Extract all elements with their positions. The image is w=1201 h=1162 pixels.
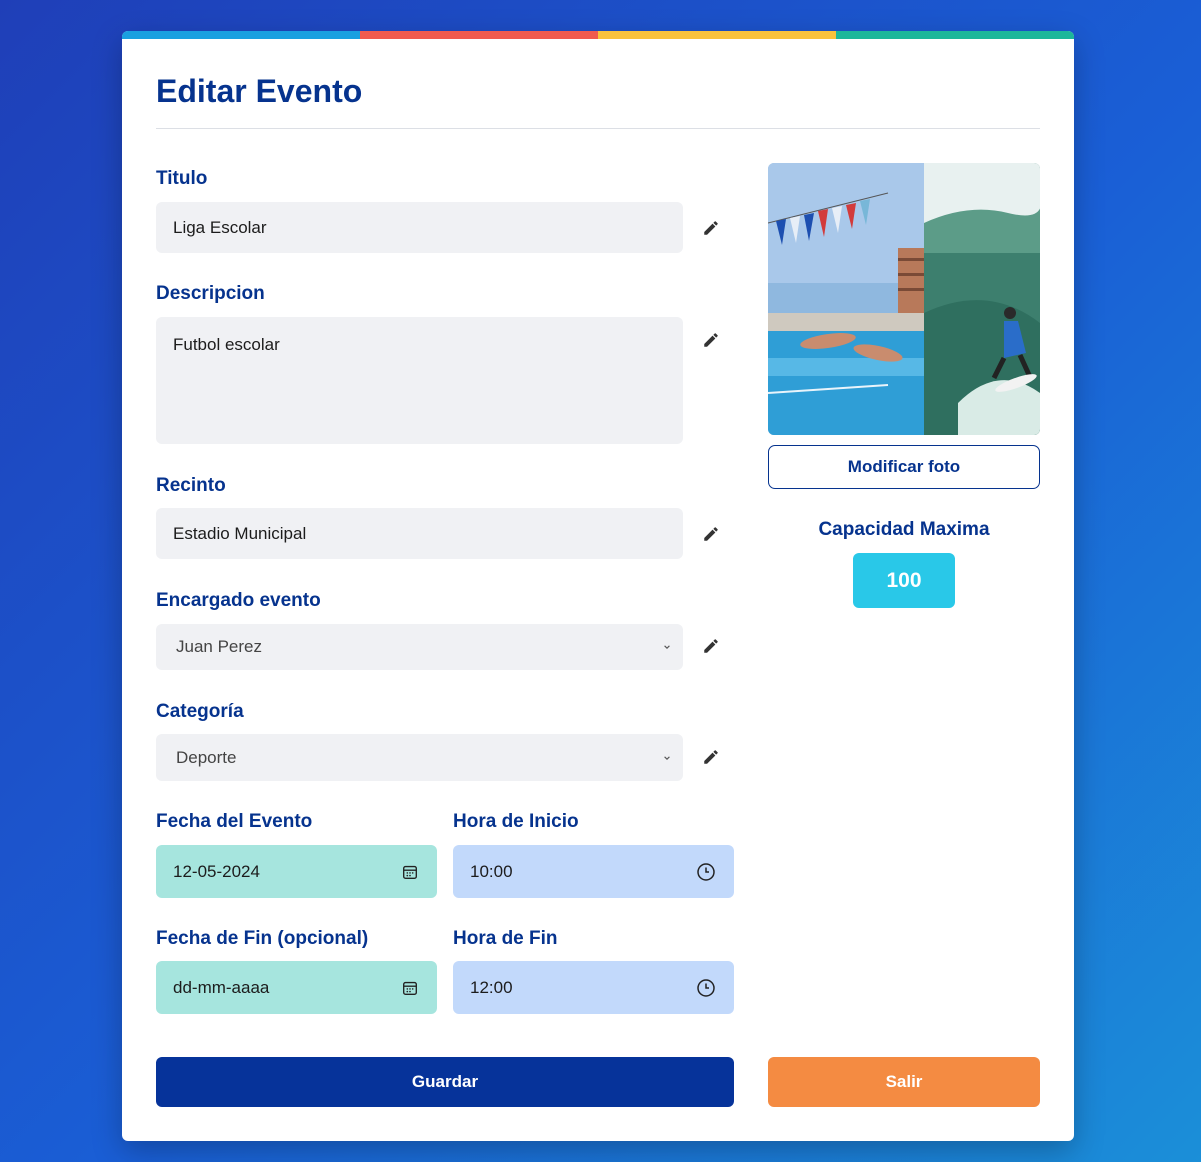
recinto-input[interactable]: Estadio Municipal [156, 508, 683, 559]
hora-fin-value: 12:00 [470, 977, 513, 997]
color-stripe [122, 31, 1074, 39]
hora-inicio-input[interactable]: 10:00 [453, 845, 734, 898]
categoria-label: Categoría [156, 701, 244, 722]
hora-inicio-label: Hora de Inicio [453, 811, 579, 832]
chevron-down-icon [664, 755, 670, 760]
fecha-fin-label: Fecha de Fin (opcional) [156, 928, 369, 949]
encargado-value: Juan Perez [176, 637, 262, 656]
calendar-icon[interactable] [401, 979, 419, 997]
save-button[interactable]: Guardar [156, 1057, 734, 1107]
categoria-value: Deporte [176, 747, 237, 767]
page-title: Editar Evento [156, 73, 363, 109]
event-photo-image [768, 163, 1040, 435]
categoria-select[interactable]: Deporte [156, 734, 683, 781]
hora-fin-label: Hora de Fin [453, 928, 558, 949]
modify-photo-button[interactable]: Modificar foto [768, 445, 1040, 489]
recinto-value: Estadio Municipal [173, 523, 307, 543]
event-photo [768, 163, 1040, 435]
titulo-label: Titulo [156, 168, 208, 189]
titulo-value: Liga Escolar [173, 217, 267, 237]
edit-event-card: Editar Evento Titulo Liga Escolar Descri… [122, 31, 1074, 1141]
fecha-fin-value: dd-mm-aaaa [173, 977, 270, 997]
clock-icon[interactable] [696, 862, 716, 882]
encargado-select[interactable]: Juan Perez [156, 624, 683, 670]
descripcion-textarea[interactable]: Futbol escolar [156, 317, 683, 444]
capacity-label: Capacidad Maxima [818, 519, 990, 540]
title-divider [156, 128, 1040, 129]
hora-inicio-value: 10:00 [470, 861, 513, 881]
titulo-input[interactable]: Liga Escolar [156, 202, 683, 253]
hora-fin-input[interactable]: 12:00 [453, 961, 734, 1014]
chevron-down-icon [664, 645, 670, 649]
fecha-evento-input[interactable]: 12-05-2024 [156, 845, 437, 898]
descripcion-value: Futbol escolar [173, 335, 280, 354]
fecha-evento-label: Fecha del Evento [156, 811, 313, 832]
fecha-fin-input[interactable]: dd-mm-aaaa [156, 961, 437, 1014]
recinto-label: Recinto [156, 475, 226, 496]
encargado-label: Encargado evento [156, 590, 321, 611]
calendar-icon[interactable] [401, 863, 419, 881]
pencil-icon[interactable] [702, 331, 720, 349]
pencil-icon[interactable] [702, 525, 720, 543]
capacity-value: 100 [853, 553, 955, 608]
fecha-evento-value: 12-05-2024 [173, 861, 260, 881]
pencil-icon[interactable] [702, 748, 720, 766]
clock-icon[interactable] [696, 978, 716, 998]
exit-button[interactable]: Salir [768, 1057, 1040, 1107]
descripcion-label: Descripcion [156, 283, 265, 304]
pencil-icon[interactable] [702, 637, 720, 655]
pencil-icon[interactable] [702, 219, 720, 237]
